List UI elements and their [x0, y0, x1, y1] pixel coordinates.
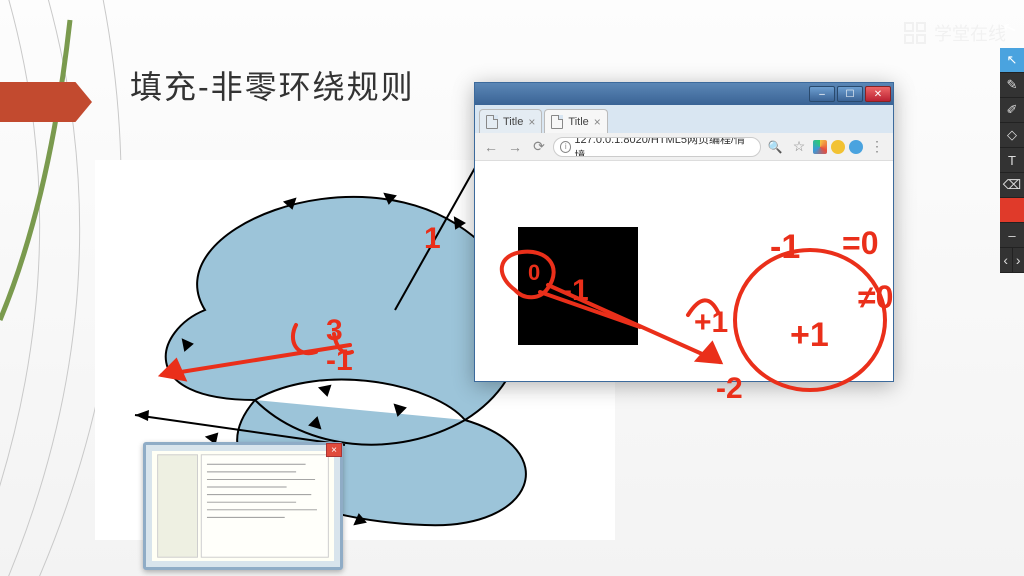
- tab-label: Title: [568, 116, 588, 128]
- extension-icon-2[interactable]: [831, 140, 845, 154]
- page-icon: [486, 115, 498, 129]
- browser-viewport: [476, 161, 892, 380]
- back-button[interactable]: ←: [481, 137, 501, 157]
- thumbnail-content: [152, 451, 334, 561]
- browser-toolbar: ← → ⟳ i 127.0.0.1:8020/HTML5网页编程/情境... 🔍…: [475, 133, 893, 161]
- annotation-toolbox[interactable]: ↖ ✎ ✐ ◇ T ⌫ – ‹ ›: [1000, 48, 1024, 273]
- canvas-output-square: [518, 227, 638, 345]
- watermark-logo: 学堂在线: [904, 20, 1006, 46]
- forward-button[interactable]: →: [505, 137, 525, 157]
- slide-title: 填充-非零环绕规则: [130, 62, 415, 108]
- extension-icon-3[interactable]: [849, 140, 863, 154]
- extension-icon-1[interactable]: [813, 140, 827, 154]
- pen-tool[interactable]: ✎: [1000, 73, 1024, 98]
- menu-icon[interactable]: ⋮: [867, 137, 887, 157]
- bookmark-icon[interactable]: ☆: [789, 137, 809, 157]
- browser-tabs: Title × Title ×: [475, 105, 893, 133]
- url-text: 127.0.0.1:8020/HTML5网页编程/情境...: [574, 137, 754, 157]
- tab-label: Title: [503, 116, 523, 128]
- eraser-tool[interactable]: ⌫: [1000, 173, 1024, 198]
- maximize-button[interactable]: ☐: [837, 86, 863, 102]
- accent-bar: [0, 82, 92, 122]
- text-tool[interactable]: T: [1000, 148, 1024, 173]
- reload-button[interactable]: ⟳: [529, 137, 549, 157]
- address-bar[interactable]: i 127.0.0.1:8020/HTML5网页编程/情境...: [553, 137, 761, 157]
- thickness-tool[interactable]: –: [1000, 223, 1024, 248]
- next-page-icon[interactable]: ›: [1013, 248, 1024, 272]
- stage: 填充-非零环绕规则: [0, 0, 1024, 576]
- cursor-tool[interactable]: ↖: [1000, 48, 1024, 73]
- prev-page-icon[interactable]: ‹: [1000, 248, 1013, 272]
- search-icon[interactable]: 🔍: [765, 137, 785, 157]
- window-close-button[interactable]: ✕: [865, 86, 891, 102]
- thumbnail-close-button[interactable]: ×: [326, 443, 342, 457]
- site-info-icon[interactable]: i: [560, 141, 571, 153]
- browser-tab-2[interactable]: Title ×: [544, 109, 607, 133]
- tab-close-icon[interactable]: ×: [528, 115, 535, 129]
- logo-text: 学堂在线: [934, 20, 1006, 46]
- taskbar-thumbnail[interactable]: ×: [143, 442, 343, 570]
- browser-window[interactable]: – ☐ ✕ Title × Title × ← → ⟳ i 127.0.0.1:…: [474, 82, 894, 382]
- window-titlebar[interactable]: – ☐ ✕: [475, 83, 893, 105]
- minimize-button[interactable]: –: [809, 86, 835, 102]
- highlighter-tool[interactable]: ✐: [1000, 98, 1024, 123]
- tab-close-icon[interactable]: ×: [594, 115, 601, 129]
- color-red[interactable]: [1000, 198, 1024, 223]
- browser-tab-1[interactable]: Title ×: [479, 109, 542, 133]
- logo-icon: [904, 22, 926, 44]
- pager-tool[interactable]: ‹ ›: [1000, 248, 1024, 273]
- page-icon: [551, 115, 563, 129]
- shape-tool[interactable]: ◇: [1000, 123, 1024, 148]
